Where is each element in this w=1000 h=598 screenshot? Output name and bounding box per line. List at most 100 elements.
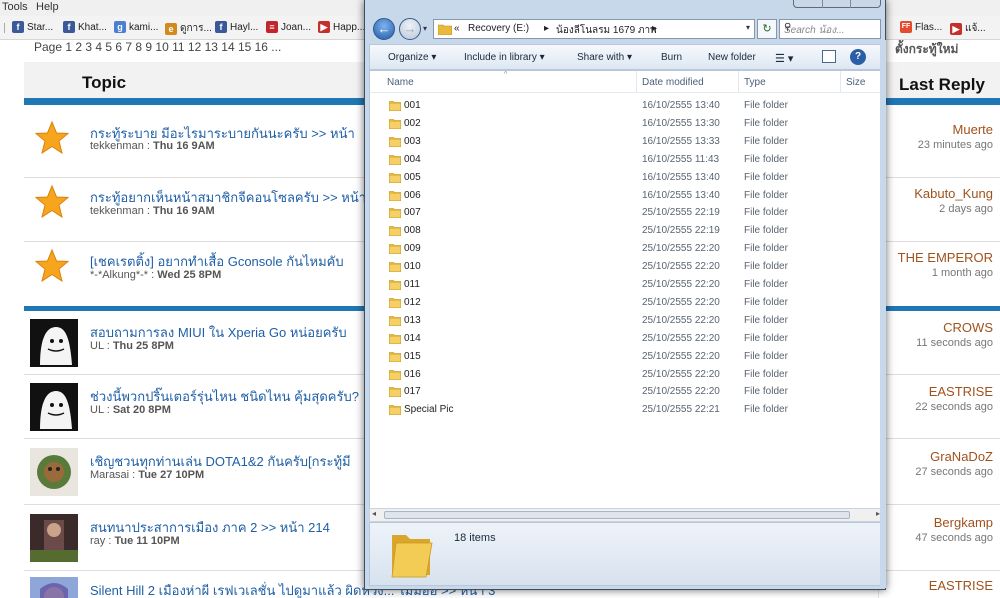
help-icon[interactable]: ? bbox=[850, 49, 866, 65]
folder-icon bbox=[389, 333, 401, 344]
file-name: 005 bbox=[404, 171, 421, 183]
folder-icon bbox=[389, 280, 401, 290]
file-row[interactable]: 001 16/10/2555 13:40 File folder bbox=[370, 97, 882, 115]
bookmark-item[interactable]: ▶ แจ้... bbox=[950, 21, 986, 36]
breadcrumb-separator[interactable]: ▸ bbox=[652, 23, 657, 34]
last-reply-user[interactable]: Kabuto_Kung bbox=[914, 186, 993, 201]
column-name[interactable]: Name bbox=[387, 77, 414, 88]
preview-pane-icon[interactable] bbox=[822, 50, 836, 63]
facebook-icon: f bbox=[12, 21, 24, 33]
breadcrumb-overflow[interactable]: « bbox=[454, 23, 460, 34]
topic-author: Marasai bbox=[90, 469, 130, 481]
explorer-window[interactable]: ← → ▾ « Recovery (E:) ▸ น้องลีโนลรม 1679… bbox=[364, 0, 886, 590]
topic-date: Thu 16 9AM bbox=[152, 140, 215, 152]
share-with-button[interactable]: Share with ▾ bbox=[577, 52, 632, 63]
file-row[interactable]: 003 16/10/2555 13:33 File folder bbox=[370, 133, 882, 151]
include-in-library-button[interactable]: Include in library ▾ bbox=[464, 52, 545, 63]
column-date-modified[interactable]: Date modified bbox=[642, 77, 704, 88]
file-row[interactable]: 006 16/10/2555 13:40 File folder bbox=[370, 187, 882, 205]
file-row[interactable]: 015 25/10/2555 22:20 File folder bbox=[370, 348, 882, 366]
last-reply-time: 1 month ago bbox=[931, 267, 993, 279]
file-date-modified: 25/10/2555 22:19 bbox=[642, 207, 720, 219]
file-list-pane[interactable]: Name ^ Date modified Type Size 001 16/10/… bbox=[369, 70, 883, 522]
file-type: File folder bbox=[744, 135, 788, 147]
burn-button[interactable]: Burn bbox=[661, 52, 682, 63]
new-folder-button[interactable]: New folder bbox=[708, 52, 756, 63]
window-controls[interactable] bbox=[793, 0, 881, 8]
last-reply-user[interactable]: EASTRISE bbox=[929, 384, 993, 399]
bookmark-item[interactable]: f Hayl... bbox=[215, 21, 258, 33]
file-row[interactable]: 010 25/10/2555 22:20 File folder bbox=[370, 258, 882, 276]
file-date-modified: 25/10/2555 22:20 bbox=[642, 296, 720, 308]
bookmark-label: kami... bbox=[129, 21, 159, 33]
breadcrumb-folder[interactable]: น้องลีโนลรม 1679 ภาพ bbox=[556, 23, 657, 38]
pagination[interactable]: Page 1 2 3 4 5 6 7 8 9 10 11 12 13 14 15… bbox=[34, 40, 281, 54]
file-row[interactable]: 013 25/10/2555 22:20 File folder bbox=[370, 312, 882, 330]
file-row[interactable]: 004 16/10/2555 11:43 File folder bbox=[370, 151, 882, 169]
menu-help[interactable]: Help bbox=[36, 1, 59, 13]
file-row[interactable]: 002 16/10/2555 13:30 File folder bbox=[370, 115, 882, 133]
file-date-modified: 25/10/2555 22:20 bbox=[642, 368, 720, 380]
recent-pages-dropdown-icon[interactable]: ▾ bbox=[423, 24, 427, 33]
file-row[interactable]: 007 25/10/2555 22:19 File folder bbox=[370, 204, 882, 222]
address-bar[interactable]: « Recovery (E:) ▸ น้องลีโนลรม 1679 ภาพ ▸… bbox=[433, 19, 755, 39]
file-name: 011 bbox=[404, 279, 420, 290]
file-row[interactable]: 011 25/10/2555 22:20 File folder bbox=[370, 276, 882, 294]
file-row[interactable]: 005 16/10/2555 13:40 File folder bbox=[370, 169, 882, 187]
column-size[interactable]: Size bbox=[846, 77, 865, 88]
search-input[interactable]: Search น้อง... ⚲ bbox=[779, 19, 881, 39]
view-options-icon[interactable]: ☰ ▾ bbox=[775, 52, 793, 65]
folder-icon bbox=[389, 369, 401, 380]
column-separator[interactable] bbox=[840, 71, 841, 93]
file-row[interactable]: 012 25/10/2555 22:20 File folder bbox=[370, 294, 882, 312]
last-reply-time: 27 seconds ago bbox=[915, 466, 993, 478]
file-type: File folder bbox=[744, 404, 788, 416]
file-row[interactable]: Special Pic 25/10/2555 22:21 File folder bbox=[370, 401, 882, 419]
topic-meta: Marasai : Tue 27 10PM bbox=[90, 469, 205, 481]
bookmark-item[interactable]: ▶ Happ... bbox=[318, 21, 365, 33]
scroll-left-icon[interactable]: ◂ bbox=[372, 509, 376, 518]
column-separator[interactable] bbox=[636, 71, 637, 93]
horizontal-scrollbar[interactable]: ◂ ▸ bbox=[369, 508, 883, 522]
organize-button[interactable]: Organize ▾ bbox=[388, 52, 436, 63]
folder-icon bbox=[389, 244, 401, 255]
column-separator[interactable] bbox=[738, 71, 739, 93]
last-reply-user[interactable]: Muerte bbox=[953, 122, 993, 137]
minimize-button[interactable] bbox=[822, 0, 823, 8]
last-reply-user[interactable]: Bergkamp bbox=[934, 515, 993, 530]
bookmark-item[interactable]: g kami... bbox=[114, 21, 158, 33]
youtube-icon: ▶ bbox=[318, 21, 330, 33]
address-dropdown-icon[interactable]: ▾ bbox=[746, 23, 750, 32]
last-reply-user[interactable]: THE EMPEROR bbox=[898, 250, 993, 265]
file-date-modified: 16/10/2555 11:43 bbox=[642, 153, 720, 165]
menu-tools[interactable]: Tools bbox=[2, 1, 28, 13]
file-row[interactable]: 008 25/10/2555 22:19 File folder bbox=[370, 222, 882, 240]
topic-author: *-*Alkung*-* bbox=[90, 269, 149, 281]
bookmark-item[interactable]: f Khat... bbox=[63, 21, 107, 33]
forward-button[interactable]: → bbox=[399, 18, 421, 40]
last-reply-user[interactable]: CROWS bbox=[943, 320, 993, 335]
file-row[interactable]: 017 25/10/2555 22:20 File folder bbox=[370, 383, 882, 401]
bookmark-item[interactable]: e ดูการ... bbox=[165, 21, 212, 36]
scrollbar-thumb[interactable] bbox=[384, 511, 850, 519]
bookmark-label: Khat... bbox=[78, 21, 107, 33]
last-reply-user[interactable]: GraNaDoZ bbox=[930, 449, 993, 464]
folder-icon bbox=[389, 226, 401, 237]
breadcrumb-drive[interactable]: Recovery (E:) bbox=[468, 23, 529, 34]
file-row[interactable]: 014 25/10/2555 22:20 File folder bbox=[370, 330, 882, 348]
breadcrumb-separator[interactable]: ▸ bbox=[544, 23, 549, 34]
refresh-button[interactable]: ↻ bbox=[757, 19, 777, 39]
bookmark-item[interactable]: FF Flas... bbox=[900, 21, 942, 33]
back-button[interactable]: ← bbox=[373, 18, 395, 40]
bookmark-item[interactable]: f Star... bbox=[12, 21, 53, 33]
new-topic-link[interactable]: ตั้งกระทู้ใหม่ bbox=[895, 40, 958, 59]
column-type[interactable]: Type bbox=[744, 77, 766, 88]
bookmark-item[interactable]: ≡ Joan... bbox=[266, 21, 311, 33]
file-row[interactable]: 016 25/10/2555 22:20 File folder bbox=[370, 366, 882, 384]
maximize-button[interactable] bbox=[850, 0, 851, 8]
file-row[interactable]: 009 25/10/2555 22:20 File folder bbox=[370, 240, 882, 258]
file-type: File folder bbox=[744, 386, 788, 398]
file-type: File folder bbox=[744, 261, 788, 273]
last-reply-user[interactable]: EASTRISE bbox=[929, 578, 993, 593]
file-date-modified: 25/10/2555 22:20 bbox=[642, 243, 720, 255]
